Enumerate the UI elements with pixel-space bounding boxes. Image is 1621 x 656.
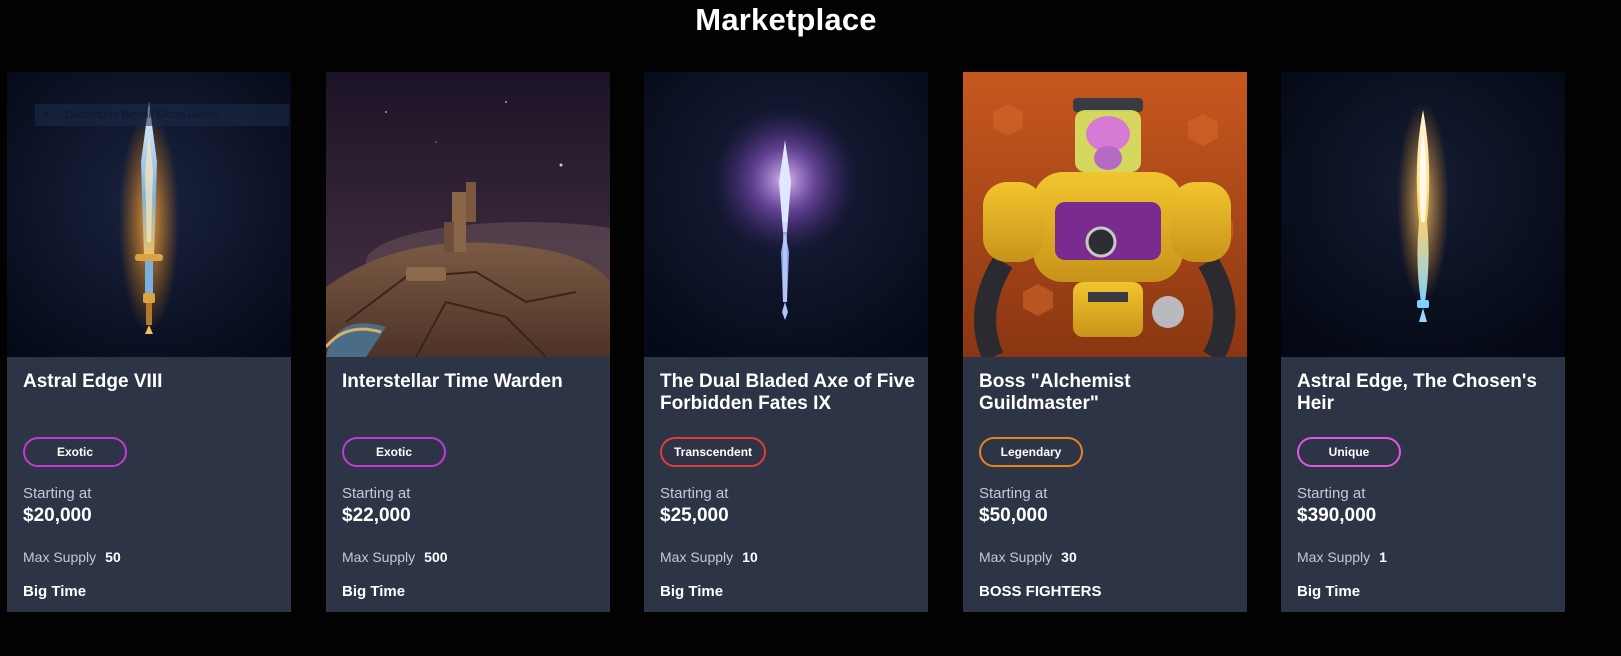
price: $390,000 [1297, 505, 1377, 526]
starting-at-label: Starting at [660, 485, 729, 502]
max-supply-value: 500 [424, 549, 448, 565]
max-supply-label: Max Supply [342, 549, 416, 565]
card-title: Boss "Alchemist Guildmaster" [979, 371, 1131, 414]
starting-at-label: Starting at [342, 485, 411, 502]
rarity-badge: Legendary [979, 437, 1083, 467]
game-name: Big Time [23, 583, 87, 600]
price: $25,000 [660, 505, 729, 526]
card-details: Interstellar Time Warden Exotic Starting… [326, 357, 610, 612]
price: $20,000 [23, 505, 92, 526]
max-supply-value: 50 [105, 549, 121, 565]
marketplace-card-dual-bladed-axe[interactable]: The Dual Bladed Axe of Five Forbidden Fa… [644, 72, 928, 612]
max-supply-row: Max Supply 50 [23, 549, 121, 565]
price: $50,000 [979, 505, 1048, 526]
game-name: Big Time [1297, 583, 1361, 600]
max-supply-label: Max Supply [660, 549, 734, 565]
card-details: The Dual Bladed Axe of Five Forbidden Fa… [644, 357, 928, 612]
max-supply-label: Max Supply [23, 549, 97, 565]
snipping-tool-overlay: × Dikdörtgen Biçimli Ekran Alıntısı [35, 104, 289, 126]
snipping-tool-label: Dikdörtgen Biçimli Ekran Alıntısı [65, 109, 222, 121]
max-supply-row: Max Supply 1 [1297, 549, 1387, 565]
marketplace-card-astral-edge-chosens-heir[interactable]: Astral Edge, The Chosen's Heir Unique St… [1281, 72, 1565, 612]
max-supply-label: Max Supply [1297, 549, 1371, 565]
max-supply-value: 10 [742, 549, 758, 565]
desert-planet-art [326, 72, 610, 357]
card-title: Astral Edge, The Chosen's Heir [1297, 371, 1537, 414]
game-name: Big Time [342, 583, 406, 600]
alchemist-robot-art [963, 72, 1247, 357]
marketplace-card-interstellar-time-warden[interactable]: Interstellar Time Warden Exotic Starting… [326, 72, 610, 612]
card-details: Astral Edge, The Chosen's Heir Unique St… [1281, 357, 1565, 612]
marketplace-card-astral-edge-viii[interactable]: Astral Edge VIII Exotic Starting at $20,… [7, 72, 291, 612]
game-name: Big Time [660, 583, 724, 600]
card-details: Boss "Alchemist Guildmaster" Legendary S… [963, 357, 1247, 612]
starting-at-label: Starting at [979, 485, 1048, 502]
rarity-badge: Unique [1297, 437, 1401, 467]
card-title: The Dual Bladed Axe of Five Forbidden Fa… [660, 371, 915, 414]
marketplace-card-grid: Astral Edge VIII Exotic Starting at $20,… [7, 72, 1567, 612]
rarity-badge: Exotic [342, 437, 446, 467]
card-title: Interstellar Time Warden [342, 371, 563, 392]
max-supply-value: 30 [1061, 549, 1077, 565]
price: $22,000 [342, 505, 411, 526]
flaming-blade-art [1281, 72, 1565, 357]
starting-at-label: Starting at [23, 485, 92, 502]
rarity-badge: Exotic [23, 437, 127, 467]
close-icon[interactable]: × [43, 109, 49, 121]
max-supply-row: Max Supply 10 [660, 549, 758, 565]
max-supply-row: Max Supply 30 [979, 549, 1077, 565]
starting-at-label: Starting at [1297, 485, 1366, 502]
game-name: BOSS FIGHTERS [979, 583, 1102, 600]
rarity-badge: Transcendent [660, 437, 767, 467]
max-supply-value: 1 [1379, 549, 1387, 565]
card-details: Astral Edge VIII Exotic Starting at $20,… [7, 357, 291, 612]
card-title: Astral Edge VIII [23, 371, 163, 392]
glowing-spear-art [644, 72, 928, 357]
max-supply-label: Max Supply [979, 549, 1053, 565]
marketplace-card-alchemist-guildmaster[interactable]: Boss "Alchemist Guildmaster" Legendary S… [963, 72, 1247, 612]
page-title: Marketplace [695, 2, 877, 37]
max-supply-row: Max Supply 500 [342, 549, 448, 565]
